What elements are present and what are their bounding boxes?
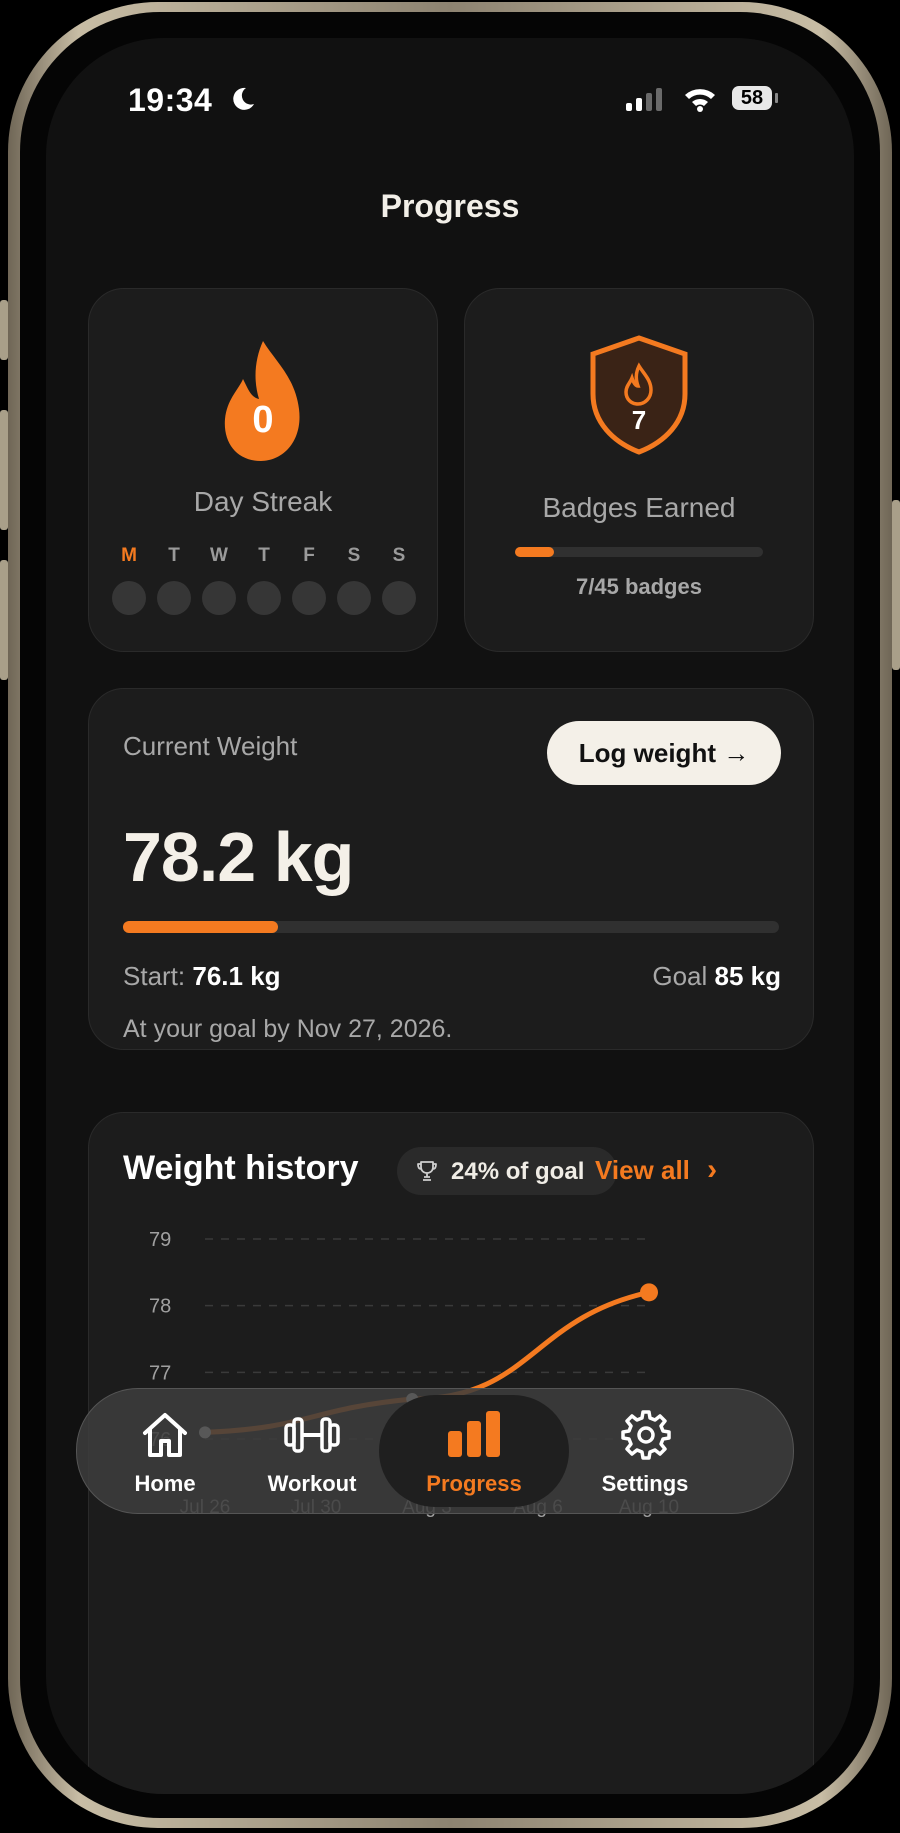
data-point[interactable]	[640, 1283, 658, 1302]
cellular-signal-icon	[626, 88, 662, 111]
streak-count: 0	[252, 399, 274, 441]
view-all-label: View all	[595, 1155, 690, 1185]
day-dot-sat	[337, 581, 371, 615]
moon-icon	[233, 87, 254, 110]
badges-card[interactable]: 7 Badges Earned 7/45 badges	[464, 288, 814, 652]
current-weight-label: Current Weight	[123, 731, 298, 761]
volume-down-button	[0, 560, 8, 680]
view-all-link[interactable]: View all ›	[595, 1153, 717, 1187]
home-icon	[143, 1413, 187, 1457]
day-label-thu: T	[258, 545, 270, 566]
current-weight-value: 78.2 kg	[123, 818, 354, 896]
day-label-tue: T	[168, 545, 180, 566]
status-time: 19:34	[128, 82, 213, 118]
day-dot-thu	[247, 581, 281, 615]
y-tick-label: 78	[149, 1296, 171, 1318]
y-tick-label: 79	[149, 1229, 171, 1251]
badges-progress-text: 7/45 badges	[576, 574, 702, 599]
badges-progress-fill	[515, 547, 554, 557]
start-weight: Start: 76.1 kg	[123, 961, 281, 992]
goal-percent-text: 24% of goal	[451, 1158, 585, 1185]
streak-card[interactable]: 0 Day Streak M T W T F S S	[88, 288, 438, 652]
day-label-wed: W	[210, 545, 228, 566]
day-dot-fri	[292, 581, 326, 615]
dumbbell-icon	[284, 1417, 340, 1453]
streak-label: Day Streak	[193, 486, 333, 517]
day-dot-mon	[112, 581, 146, 615]
weight-progress-fill	[123, 921, 278, 933]
chevron-right-icon: ›	[707, 1153, 718, 1186]
nav-label-home: Home	[134, 1471, 196, 1496]
badges-label: Badges Earned	[542, 492, 736, 523]
start-weight-value: 76.1 kg	[192, 961, 281, 991]
mute-switch	[0, 300, 8, 360]
nav-item-settings[interactable]: Settings	[565, 1389, 725, 1513]
day-dot-wed	[202, 581, 236, 615]
battery-tip	[775, 93, 778, 103]
day-label-sat: S	[347, 545, 361, 566]
trophy-icon	[417, 1161, 437, 1181]
badges-count: 7	[631, 405, 647, 435]
day-label-fri: F	[303, 545, 315, 566]
day-label-sun: S	[392, 545, 406, 566]
start-weight-label: Start:	[123, 961, 186, 991]
day-dot-sun	[382, 581, 416, 615]
status-bar: 19:34 58	[46, 38, 854, 148]
volume-up-button	[0, 410, 8, 530]
bar-chart-icon	[448, 1411, 500, 1457]
app-screen: 19:34 58 Progress 0 Day Streak M T W T F…	[46, 38, 854, 1794]
wifi-icon	[685, 89, 715, 112]
gear-icon	[621, 1410, 671, 1460]
y-tick-label: 77	[149, 1362, 171, 1384]
nav-item-workout[interactable]: Workout	[232, 1389, 392, 1513]
weight-history-title: Weight history	[123, 1149, 359, 1187]
weight-progress-bar	[123, 921, 779, 933]
current-weight-card: Current Weight Log weight → 78.2 kg Star…	[88, 688, 814, 1050]
day-dot-tue	[157, 581, 191, 615]
device-frame: 19:34 58 Progress 0 Day Streak M T W T F…	[0, 0, 900, 1833]
goal-eta-text: At your goal by Nov 27, 2026.	[123, 1015, 453, 1043]
bottom-nav: Home Workout Progress Settings	[76, 1388, 794, 1514]
day-label-mon: M	[121, 545, 137, 566]
goal-weight-label: Goal	[652, 961, 708, 991]
badges-progress-bar	[515, 547, 763, 557]
nav-item-home[interactable]: Home	[85, 1389, 245, 1513]
nav-label-progress: Progress	[426, 1471, 522, 1496]
goal-weight-value: 85 kg	[714, 961, 782, 991]
power-button	[892, 500, 900, 670]
shield-flame-icon	[590, 335, 688, 455]
goal-percent-chip: 24% of goal	[397, 1147, 617, 1195]
page-title: Progress	[380, 188, 520, 224]
nav-label-settings: Settings	[601, 1471, 689, 1496]
log-weight-button[interactable]: Log weight →	[547, 721, 781, 785]
goal-weight: Goal 85 kg	[652, 961, 781, 992]
battery-indicator: 58	[732, 86, 772, 110]
nav-label-workout: Workout	[267, 1471, 357, 1496]
nav-item-progress[interactable]: Progress	[394, 1389, 554, 1513]
